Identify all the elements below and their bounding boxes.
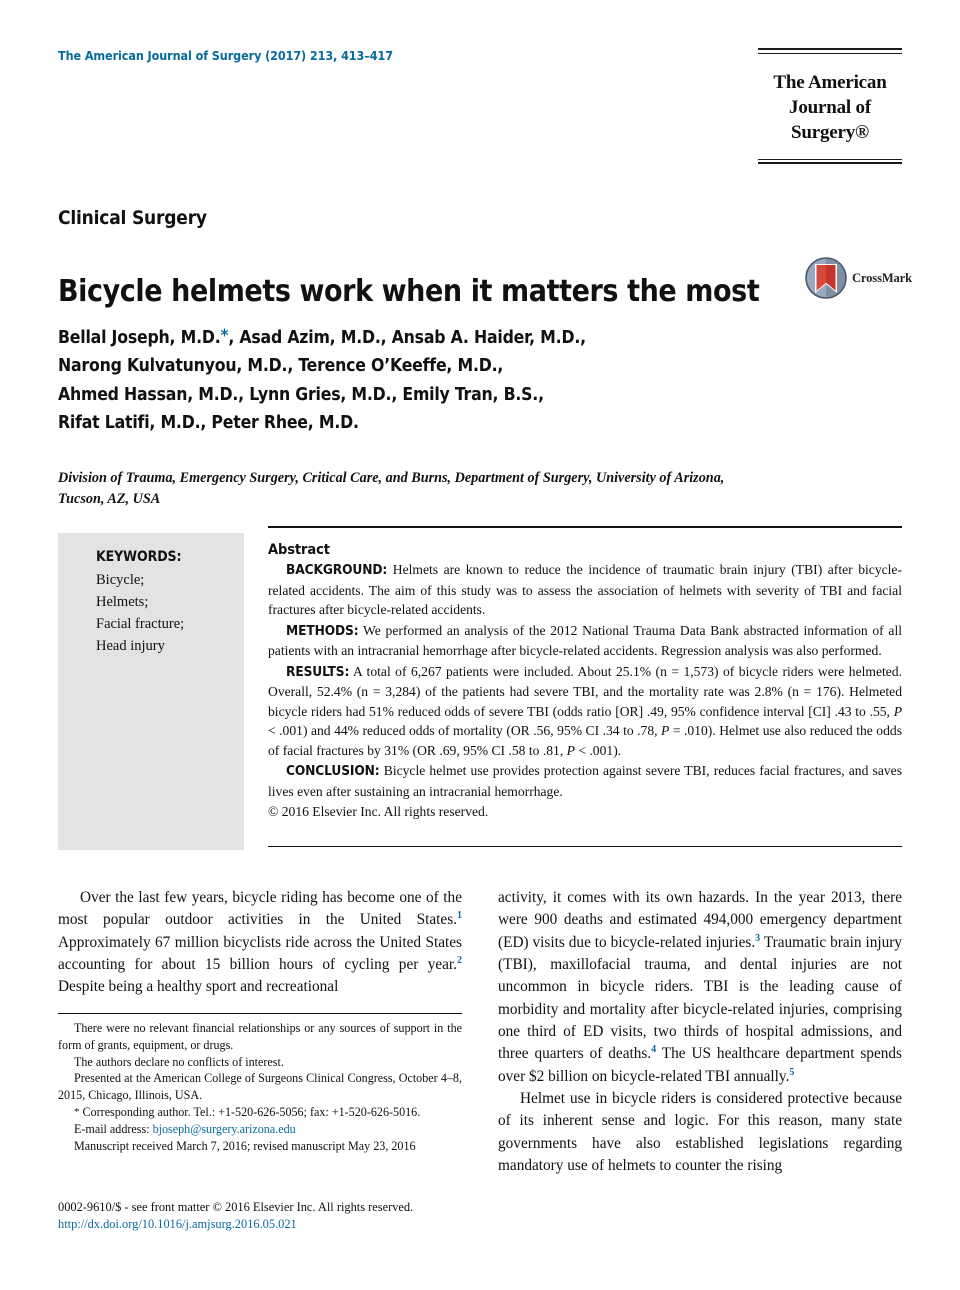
affiliation: Division of Trauma, Emergency Surgery, C… (58, 470, 725, 508)
keyword-item: Helmets; (96, 594, 149, 611)
footer-issn-line: 0002-9610/$ - see front matter © 2016 El… (58, 1200, 414, 1214)
footnote-conflicts: The authors declare no conflicts of inte… (74, 1054, 284, 1069)
footnote-rule (58, 1013, 462, 1014)
crossmark-icon[interactable] (805, 257, 847, 299)
body-text: Despite being a healthy sport and recrea… (58, 978, 339, 996)
abstract-results-text-2: < .001) and 44% reduced odds of mortalit… (268, 723, 662, 738)
footnote-presented: Presented at the American College of Sur… (58, 1071, 462, 1103)
abstract-rule-bottom (268, 846, 902, 847)
logo-line-1: The American (773, 71, 887, 93)
body-paragraph: activity, it comes with its own hazards.… (498, 887, 902, 1088)
logo-line-2: Journal of Surgery® (789, 96, 871, 143)
crossmark-label: CrossMark (852, 270, 912, 285)
logo-rule-top (758, 48, 902, 54)
abstract-methods-text: We performed an analysis of the 2012 Nat… (268, 622, 902, 659)
abstract-conclusion-label: CONCLUSION: (286, 763, 380, 779)
reference-marker[interactable]: 1 (457, 910, 462, 921)
footer-doi-link[interactable]: http://dx.doi.org/10.1016/j.amjsurg.2016… (58, 1216, 618, 1233)
abstract-copyright: © 2016 Elsevier Inc. All rights reserved… (268, 804, 489, 819)
body-column-left: Over the last few years, bicycle riding … (58, 887, 462, 999)
author-line-1: Bellal Joseph, M.D.*, Asad Azim, M.D., A… (58, 326, 586, 348)
article-page: The American Journal of Surgery (2017) 2… (0, 0, 960, 1290)
body-column-right: activity, it comes with its own hazards.… (498, 887, 902, 1177)
keyword-item: Bicycle; (96, 572, 145, 588)
footnote-manuscript-dates: Manuscript received March 7, 2016; revis… (74, 1138, 416, 1153)
logo-rule-bottom (758, 158, 902, 165)
abstract-results-text-4: < .001). (574, 742, 622, 758)
body-paragraph: Over the last few years, bicycle riding … (58, 887, 462, 999)
body-text: Over the last few years, bicycle riding … (58, 889, 462, 929)
abstract-methods: METHODS: We performed an analysis of the… (268, 621, 902, 661)
abstract-section: Abstract BACKGROUND: Helmets are known t… (268, 542, 902, 822)
body-text: Approximately 67 million bicyclists ride… (58, 933, 462, 973)
page-title: Bicycle helmets work when it matters the… (58, 274, 760, 310)
author-line-4: Rifat Latifi, M.D., Peter Rhee, M.D. (58, 413, 359, 434)
abstract-results: RESULTS: A total of 6,267 patients were … (268, 662, 902, 761)
keyword-item: Facial fracture; (96, 616, 185, 633)
body-paragraph: Helmet use in bicycle riders is consider… (498, 1089, 902, 1174)
abstract-conclusion: CONCLUSION: Bicycle helmet use provides … (268, 761, 902, 801)
corresponding-author-text: Corresponding author. Tel.: +1-520-626-5… (79, 1104, 421, 1119)
author-line-2: Narong Kulvatunyou, M.D., Terence O’Keef… (58, 356, 504, 377)
abstract-rule-top (268, 526, 902, 528)
abstract-results-text-1: A total of 6,267 patients were included.… (268, 663, 903, 719)
footnote-email: E-mail address: bjoseph@surgery.arizona.… (58, 1121, 462, 1138)
page-footer: 0002-9610/$ - see front matter © 2016 El… (58, 1199, 618, 1234)
abstract-methods-label: METHODS: (286, 622, 359, 639)
keywords-heading: KEYWORDS: (96, 549, 182, 565)
author-line-3: Ahmed Hassan, M.D., Lynn Gries, M.D., Em… (58, 384, 544, 405)
keyword-item: Head injury (96, 638, 165, 655)
reference-marker[interactable]: 2 (457, 955, 462, 966)
corresponding-author-marker: * (220, 326, 229, 346)
abstract-results-italic-1: P (893, 703, 902, 719)
author-list: Bellal Joseph, M.D.*, Asad Azim, M.D., A… (58, 323, 758, 437)
abstract-background-label: BACKGROUND: (286, 562, 388, 578)
body-text: Traumatic brain injury (TBI), maxillofac… (498, 933, 902, 1063)
email-label: E-mail address: (74, 1121, 153, 1136)
section-label: Clinical Surgery (58, 207, 207, 229)
footnote-corresponding-author: * Corresponding author. Tel.: +1-520-626… (58, 1104, 462, 1121)
abstract-results-italic-3: P (566, 742, 575, 758)
footnotes-block: There were no relevant financial relatio… (58, 1020, 462, 1154)
abstract-background: BACKGROUND: Helmets are known to reduce … (268, 560, 902, 620)
email-link[interactable]: bjoseph@surgery.arizona.edu (153, 1122, 296, 1136)
reference-marker[interactable]: 5 (789, 1067, 794, 1078)
journal-logo: The American Journal of Surgery® (758, 48, 902, 165)
abstract-results-label: RESULTS: (286, 663, 350, 680)
footnote-funding: There were no relevant financial relatio… (58, 1021, 462, 1052)
journal-running-head: The American Journal of Surgery (2017) 2… (58, 48, 393, 63)
keywords-box: KEYWORDS: Bicycle; Helmets; Facial fract… (58, 533, 244, 850)
crossmark-badge[interactable]: CrossMark (805, 255, 912, 301)
abstract-heading: Abstract (268, 542, 330, 558)
